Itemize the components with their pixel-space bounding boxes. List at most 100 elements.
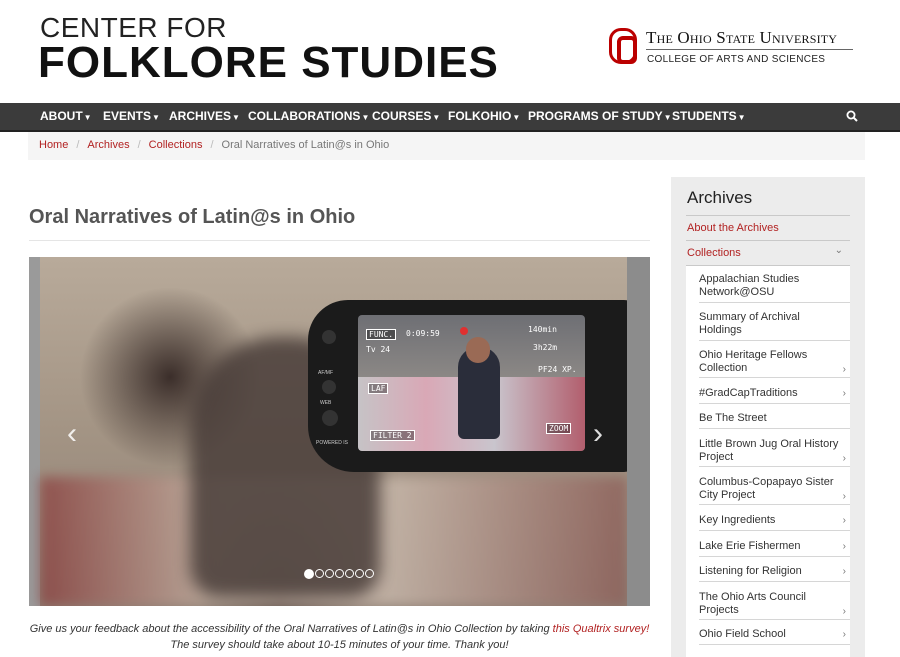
sidebar-subitem-appalachian[interactable]: Appalachian Studies Network@OSU (699, 273, 844, 299)
caret-down-icon: ▼ (432, 113, 441, 122)
osu-logo[interactable]: The Ohio State University COLLEGE OF ART… (609, 28, 859, 68)
record-dot-icon (460, 327, 468, 335)
chevron-right-icon: › (842, 491, 846, 502)
camera-screen: FUNC. 0:09:59 140min Tv 24 3h22m PF24 XP… (358, 315, 585, 451)
nav-item-about[interactable]: ABOUT▼ (40, 109, 92, 123)
sidebar-title: Archives (687, 188, 753, 207)
nav-item-events[interactable]: EVENTS▼ (103, 109, 160, 123)
main-nav: ABOUT▼ EVENTS▼ ARCHIVES▼ COLLABORATIONS▼… (0, 103, 900, 132)
sidebar-subitem-columbus-copapayo[interactable]: Columbus-Copapayo Sister City Project › (699, 476, 846, 502)
sidebar-subitem-listening-religion[interactable]: Listening for Religion › (699, 565, 846, 578)
sidebar-subitem-gradcap[interactable]: #GradCapTraditions › (699, 387, 846, 400)
sidebar: Archives About the Archives Collections … (671, 177, 865, 657)
sidebar-divider (699, 619, 850, 620)
sidebar-divider (699, 581, 850, 582)
carousel-indicator[interactable] (365, 569, 374, 578)
sidebar-subitem-ohio-field-school[interactable]: Ohio Field School › (699, 628, 846, 641)
carousel-indicator[interactable] (304, 569, 314, 579)
site-header: CENTER FOR FOLKLORE STUDIES The Ohio Sta… (0, 0, 900, 103)
sidebar-divider (686, 215, 850, 216)
carousel-indicator[interactable] (315, 569, 324, 578)
caret-down-icon: ▼ (737, 113, 746, 122)
nav-item-label: COURSES (372, 109, 432, 123)
breadcrumb-archives[interactable]: Archives (87, 139, 129, 151)
osu-name: The Ohio State University (646, 28, 838, 47)
caret-down-icon: ▼ (663, 113, 672, 122)
nav-item-label: EVENTS (103, 109, 152, 123)
breadcrumb-collections[interactable]: Collections (149, 139, 203, 151)
nav-item-archives[interactable]: ARCHIVES▼ (169, 109, 240, 123)
nav-item-courses[interactable]: COURSES▼ (372, 109, 440, 123)
sidebar-subitem-label: Be The Street (699, 412, 767, 424)
camera-button (322, 380, 336, 394)
sidebar-subitem-ohio-arts-council[interactable]: The Ohio Arts Council Projects › (699, 591, 846, 617)
survey-caption: Give us your feedback about the accessib… (29, 621, 650, 653)
nav-item-students[interactable]: STUDENTS▼ (672, 109, 746, 123)
camera-label-afmf: AF/MF (318, 370, 333, 376)
caret-down-icon: ▼ (152, 113, 160, 122)
sidebar-subitem-label: #GradCapTraditions (699, 387, 798, 399)
chevron-right-icon[interactable]: › (593, 417, 603, 451)
survey-link[interactable]: this Qualtrix survey! (553, 623, 650, 635)
nav-item-collaborations[interactable]: COLLABORATIONS▼ (248, 109, 369, 123)
search-icon[interactable] (846, 110, 858, 122)
sidebar-subitem-lake-erie[interactable]: Lake Erie Fishermen › (699, 540, 846, 553)
chevron-right-icon: › (842, 606, 846, 617)
sidebar-subitem-be-the-street[interactable]: Be The Street (699, 412, 844, 425)
site-logo-line2[interactable]: FOLKLORE STUDIES (38, 38, 499, 88)
screen-zoom: ZOOM (546, 423, 572, 434)
chevron-right-icon: › (842, 515, 846, 526)
nav-item-label: STUDENTS (672, 109, 737, 123)
chevron-down-icon[interactable]: ⌄ (835, 245, 843, 256)
image-carousel[interactable]: AF/MF WEB POWERED IS FUNC. 0:09:59 140mi… (29, 257, 650, 606)
sidebar-subitem-heritage-fellows[interactable]: Ohio Heritage Fellows Collection › (699, 349, 846, 375)
nav-item-label: COLLABORATIONS (248, 109, 361, 123)
sidebar-subitem-label: Ohio Heritage Fellows Collection (699, 349, 808, 374)
breadcrumb-separator: / (210, 139, 214, 151)
caret-down-icon: ▼ (512, 113, 521, 122)
carousel-indicator[interactable] (345, 569, 354, 578)
breadcrumb-home[interactable]: Home (39, 139, 68, 151)
screen-filter: FILTER 2 (370, 430, 415, 441)
carousel-indicator[interactable] (355, 569, 364, 578)
osu-divider (646, 49, 853, 50)
screen-person-head (466, 337, 490, 363)
sidebar-item-collections[interactable]: Collections (687, 247, 741, 259)
chevron-right-icon: › (842, 453, 846, 464)
caret-down-icon: ▼ (83, 113, 92, 122)
sidebar-divider (686, 240, 850, 241)
chevron-left-icon[interactable]: ‹ (67, 417, 77, 451)
sidebar-divider (699, 504, 850, 505)
sidebar-divider (699, 530, 850, 531)
chevron-right-icon: › (842, 566, 846, 577)
screen-remaining: 3h22m (533, 343, 558, 352)
sidebar-subitem-label: Summary of Archival Holdings (699, 311, 800, 336)
camera-button (322, 410, 338, 426)
sidebar-divider (699, 428, 850, 429)
screen-time: 0:09:59 (406, 329, 440, 338)
nav-item-programs-of-study[interactable]: PROGRAMS OF STUDY▼ (528, 109, 672, 123)
camera-label-powered: POWERED IS (316, 440, 348, 446)
chevron-right-icon: › (842, 364, 846, 375)
sidebar-subitem-label: Key Ingredients (699, 514, 776, 526)
sidebar-divider (699, 644, 850, 645)
breadcrumb-separator: / (76, 139, 80, 151)
sidebar-divider (699, 377, 850, 378)
carousel-slide-photo: AF/MF WEB POWERED IS FUNC. 0:09:59 140mi… (40, 257, 638, 606)
sidebar-divider (699, 340, 850, 341)
sidebar-subitem-key-ingredients[interactable]: Key Ingredients › (699, 514, 846, 527)
sidebar-subitem-little-brown-jug[interactable]: Little Brown Jug Oral History Project › (699, 438, 846, 464)
carousel-indicator[interactable] (335, 569, 344, 578)
sidebar-item-about-the-archives[interactable]: About the Archives (687, 222, 779, 234)
carousel-indicators (304, 569, 375, 579)
chevron-right-icon: › (842, 388, 846, 399)
caption-text-after: The survey should take about 10-15 minut… (170, 639, 509, 651)
title-divider (29, 240, 650, 241)
chevron-right-icon: › (842, 629, 846, 640)
carousel-indicator[interactable] (325, 569, 334, 578)
nav-item-folkohio[interactable]: FOLKOHIO▼ (448, 109, 520, 123)
screen-laf: LAF (368, 383, 389, 394)
caret-down-icon: ▼ (232, 113, 240, 122)
caret-down-icon: ▼ (361, 113, 370, 122)
sidebar-subitem-summary[interactable]: Summary of Archival Holdings (699, 311, 844, 337)
